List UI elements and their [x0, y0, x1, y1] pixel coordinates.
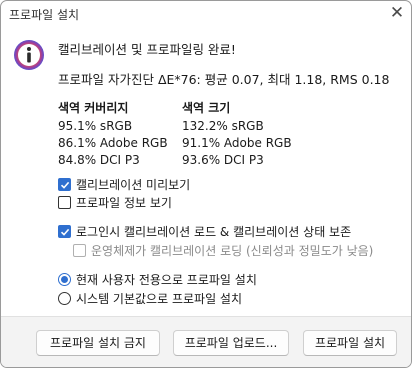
upload-profile-button[interactable]: 프로파일 업로드...	[173, 330, 289, 356]
gamut-volume-srgb: 132.2% sRGB	[182, 119, 264, 133]
gamut-coverage-adobergb: 86.1% Adobe RGB	[58, 136, 168, 150]
show-profile-info-label: 프로파일 정보 보기	[76, 196, 172, 210]
window-title: 프로파일 설치	[9, 8, 80, 22]
checkmark-icon	[60, 228, 69, 236]
completion-heading: 캘리브레이션 및 프로파일링 완료!	[58, 42, 236, 57]
close-button[interactable]: ✕	[387, 3, 407, 23]
preview-calibration-checkbox[interactable]	[58, 178, 71, 191]
title-bar: 프로파일 설치 ✕	[1, 1, 411, 27]
os-load-option: 운영체제가 캘리브레이션 로딩 (신뢰성과 정밀도가 낮음)	[73, 242, 373, 259]
show-profile-info-checkbox[interactable]	[58, 196, 71, 209]
os-load-checkbox	[73, 244, 86, 257]
gamut-volume-header: 색역 크기	[182, 101, 231, 115]
install-system-default-radio[interactable]	[58, 292, 71, 305]
install-current-user-option[interactable]: 현재 사용자 전용으로 프로파일 설치	[58, 271, 257, 288]
button-bar: 프로파일 설치 금지 프로파일 업로드... 프로파일 설치	[1, 316, 411, 367]
profile-install-dialog: 프로파일 설치 ✕ 캘리브레이션 및 프로파일링 완료! 프로파일 자가진단 Δ…	[0, 0, 412, 368]
load-on-login-checkbox[interactable]	[58, 225, 71, 238]
info-icon	[14, 40, 44, 70]
install-system-default-label: 시스템 기본값으로 프로파일 설치	[76, 292, 243, 306]
radio-dot	[61, 276, 68, 283]
install-current-user-radio[interactable]	[58, 273, 71, 286]
gamut-coverage-dcip3: 84.8% DCI P3	[58, 153, 140, 167]
preview-calibration-label: 캘리브레이션 미리보기	[76, 178, 191, 192]
load-on-login-option[interactable]: 로그인시 캘리브레이션 로드 & 캘리브레이션 상태 보존	[58, 223, 351, 240]
gamut-volume-dcip3: 93.6% DCI P3	[182, 153, 264, 167]
install-profile-button[interactable]: 프로파일 설치	[303, 330, 397, 356]
gamut-coverage-srgb: 95.1% sRGB	[58, 119, 133, 133]
show-profile-info-option[interactable]: 프로파일 정보 보기	[58, 194, 172, 211]
gamut-volume-block: 색역 크기 132.2% sRGB 91.1% Adobe RGB 93.6% …	[182, 99, 292, 169]
load-on-login-label: 로그인시 캘리브레이션 로드 & 캘리브레이션 상태 보존	[76, 225, 352, 239]
install-current-user-label: 현재 사용자 전용으로 프로파일 설치	[76, 273, 257, 287]
gamut-volume-adobergb: 91.1% Adobe RGB	[182, 136, 292, 150]
preview-calibration-option[interactable]: 캘리브레이션 미리보기	[58, 176, 190, 193]
gamut-coverage-header: 색역 커버리지	[58, 101, 129, 115]
os-load-label: 운영체제가 캘리브레이션 로딩 (신뢰성과 정밀도가 낮음)	[91, 244, 374, 258]
no-install-button[interactable]: 프로파일 설치 금지	[36, 330, 160, 356]
install-system-default-option[interactable]: 시스템 기본값으로 프로파일 설치	[58, 290, 242, 307]
checkmark-icon	[60, 181, 69, 189]
self-check-summary: 프로파일 자가진단 ΔE*76: 평균 0.07, 최대 1.18, RMS 0…	[58, 72, 390, 87]
gamut-coverage-block: 색역 커버리지 95.1% sRGB 86.1% Adobe RGB 84.8%…	[58, 99, 168, 169]
